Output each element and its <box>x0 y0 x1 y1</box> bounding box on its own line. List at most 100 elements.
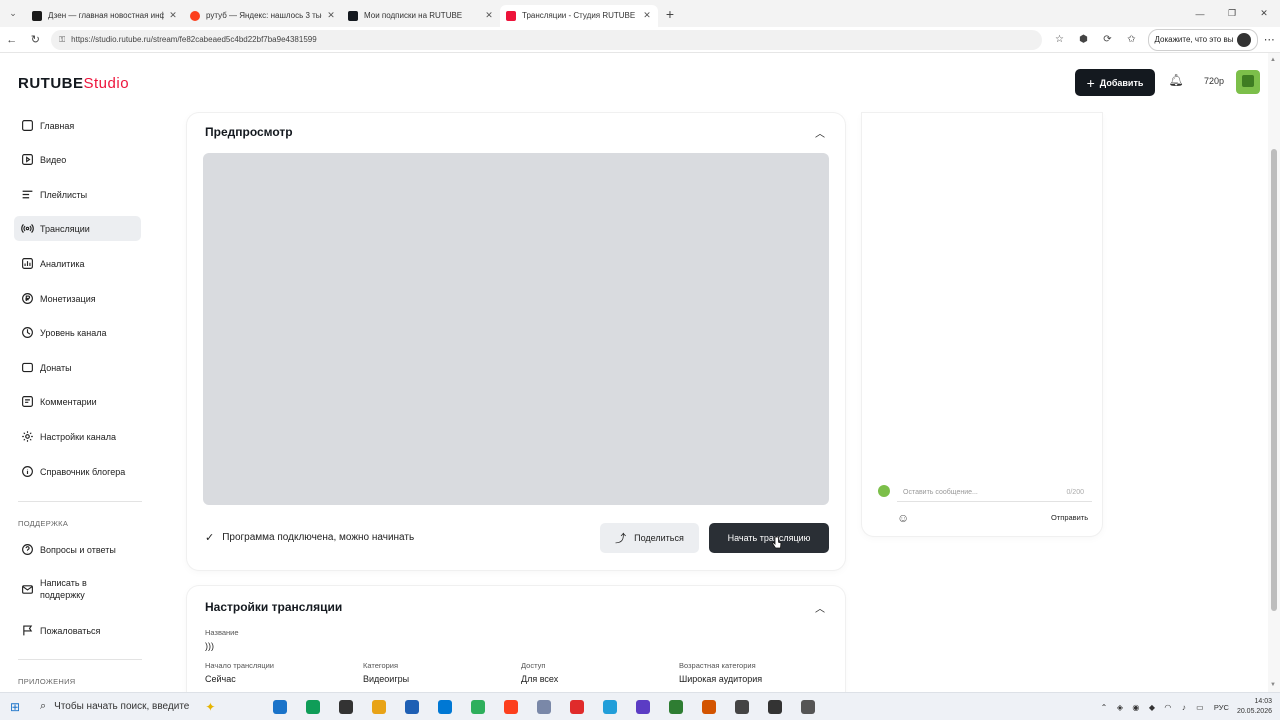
new-tab-icon[interactable]: + <box>658 6 682 22</box>
start-time-value: Сейчас <box>205 674 236 684</box>
page-scrollbar[interactable]: ▲ ▼ <box>1268 53 1280 692</box>
taskbar-app-icon[interactable] <box>461 693 494 720</box>
share-button[interactable]: ⤴ Поделиться <box>600 523 699 553</box>
start-broadcast-button[interactable]: Начать трансляцию <box>709 523 829 553</box>
site-info-icon[interactable]: ⚿ <box>59 35 65 45</box>
preview-card: Предпросмотр ︿ ✓ Программа подключена, м… <box>187 113 845 570</box>
sidebar-item-faq[interactable]: Вопросы и ответы <box>14 537 141 562</box>
minimize-icon[interactable]: — <box>1184 9 1216 19</box>
browser-tab[interactable]: рутуб — Яндекс: нашлось 3 тыс. ✕ <box>184 5 342 27</box>
taskbar-app-icon[interactable] <box>791 693 824 720</box>
taskbar-app-icon[interactable] <box>659 693 692 720</box>
access-label: Доступ <box>521 661 546 670</box>
taskbar-app-icon[interactable] <box>758 693 791 720</box>
address-icons: ☆ ⬢ ⟳ ✩ <box>1048 34 1144 45</box>
rutube-studio-logo[interactable]: RUTUBEStudio <box>18 75 129 92</box>
sidebar-item-channel-level[interactable]: Уровень канала <box>14 320 141 345</box>
profile-avatar <box>1237 32 1252 47</box>
taskbar-clock[interactable]: 14:03 20.05.2026 <box>1237 697 1272 717</box>
taskbar-app-icon[interactable] <box>494 693 527 720</box>
sidebar-item-contact-support[interactable]: Написать в поддержку <box>14 574 141 604</box>
sidebar-item-comments[interactable]: Комментарии <box>14 389 141 414</box>
browser-tab-active[interactable]: Трансляции - Студия RUTUBE ✕ <box>500 4 658 27</box>
quality-label[interactable]: 720p <box>1204 76 1224 86</box>
browser-tab[interactable]: Мои подписки на RUTUBE ✕ <box>342 5 500 27</box>
name-label: Название <box>205 628 239 637</box>
language-indicator[interactable]: РУС <box>1214 703 1229 712</box>
windows-start-icon[interactable]: ⊞ <box>0 700 30 714</box>
plus-icon: + <box>1086 74 1095 91</box>
taskbar-app-icon[interactable] <box>428 693 461 720</box>
chat-message-input[interactable]: Оставить сообщение... 0/200 <box>897 484 1092 502</box>
reload-icon[interactable]: ↻ <box>24 33 48 46</box>
favorites-icon[interactable]: ✩ <box>1120 34 1144 45</box>
tab-close-icon[interactable]: ✕ <box>642 10 652 21</box>
back-icon[interactable]: ← <box>0 34 24 46</box>
chat-user-avatar <box>878 485 890 497</box>
more-icon[interactable]: ⋯ <box>1258 33 1280 46</box>
taskbar-search[interactable]: ⌕ Чтобы начать поиск, введите ✦ <box>30 693 255 720</box>
sidebar-item-home[interactable]: Главная <box>14 113 141 138</box>
sidebar-item-playlists[interactable]: Плейлисты <box>14 182 141 207</box>
app-glyph-icon <box>404 699 419 714</box>
taskbar-app-icon[interactable] <box>527 693 560 720</box>
scroll-down-icon[interactable]: ▼ <box>1270 682 1276 688</box>
browser-tab[interactable]: Дзен — главная новостная инфо ✕ <box>26 5 184 27</box>
tab-close-icon[interactable]: ✕ <box>326 10 336 21</box>
sidebar-item-monetization[interactable]: Монетизация <box>14 286 141 311</box>
app-glyph-icon <box>437 699 452 714</box>
sidebar-item-report[interactable]: Пожаловаться <box>14 618 141 643</box>
taskbar-app-icon[interactable] <box>626 693 659 720</box>
taskbar-app-icon[interactable] <box>296 693 329 720</box>
app-glyph-icon <box>701 699 716 714</box>
taskbar-app-icon[interactable] <box>560 693 593 720</box>
tray-app-icon[interactable]: ◈ <box>1112 703 1128 712</box>
tab-close-icon[interactable]: ✕ <box>484 10 494 21</box>
taskbar-app-icon[interactable] <box>593 693 626 720</box>
add-button[interactable]: + Добавить <box>1075 69 1155 96</box>
sidebar-item-label: Комментарии <box>40 396 97 407</box>
sidebar-item-blogger-guide[interactable]: Справочник блогера <box>14 459 141 484</box>
scroll-up-icon[interactable]: ▲ <box>1270 57 1276 63</box>
sidebar-item-donations[interactable]: Донаты <box>14 355 141 380</box>
channel-avatar[interactable] <box>1236 70 1260 94</box>
sidebar-item-label: Настройки канала <box>40 431 117 442</box>
connection-status-text: Программа подключена, можно начинать <box>222 532 415 543</box>
tray-app-icon[interactable]: ◉ <box>1128 703 1144 712</box>
close-window-icon[interactable]: ✕ <box>1248 8 1280 19</box>
profile-prompt[interactable]: Докажите, что это вы <box>1147 28 1259 51</box>
tab-menu-icon[interactable]: ⌄ <box>0 0 26 27</box>
send-button[interactable]: Отправить <box>1051 513 1088 522</box>
taskbar-app-icon[interactable] <box>263 693 296 720</box>
volume-icon[interactable]: ♪ <box>1176 703 1192 712</box>
sidebar-item-label: Аналитика <box>40 258 85 269</box>
restore-icon[interactable]: ❐ <box>1216 8 1248 19</box>
scrollbar-thumb[interactable] <box>1271 149 1277 611</box>
sidebar-item-channel-settings[interactable]: Настройки канала <box>14 424 141 449</box>
emoji-icon[interactable]: ☺ <box>897 511 909 525</box>
collapse-chevron-icon[interactable]: ︿ <box>815 125 825 140</box>
tray-app-icon[interactable]: ◆ <box>1144 703 1160 712</box>
bell-icon[interactable]: 🔔︎ <box>1166 73 1186 87</box>
url-field[interactable]: ⚿ https://studio.rutube.ru/stream/fe82ca… <box>51 29 1042 50</box>
sidebar-item-video[interactable]: Видео <box>14 147 141 172</box>
battery-icon[interactable]: ▭ <box>1192 703 1208 712</box>
taskbar-app-icon[interactable] <box>362 693 395 720</box>
taskbar-app-icon[interactable] <box>395 693 428 720</box>
sidebar-item-broadcasts[interactable]: Трансляции <box>14 216 141 241</box>
taskbar-app-icon[interactable] <box>692 693 725 720</box>
network-icon[interactable]: ◠ <box>1160 703 1176 712</box>
age-rating-value: Широкая аудитория <box>679 674 763 684</box>
taskbar-app-icon[interactable] <box>329 693 362 720</box>
collapse-chevron-icon[interactable]: ︿ <box>815 600 825 615</box>
star-icon[interactable]: ☆ <box>1048 34 1072 45</box>
tray-expand-icon[interactable]: ⌃ <box>1096 703 1112 712</box>
tab-close-icon[interactable]: ✕ <box>168 10 178 21</box>
sidebar-item-analytics[interactable]: Аналитика <box>14 251 141 276</box>
windows-taskbar: ⊞ ⌕ Чтобы начать поиск, введите ✦ ⌃ ◈ ◉ … <box>0 692 1280 720</box>
broadcast-settings-card: Настройки трансляции ︿ Название ))) Нача… <box>187 586 845 706</box>
refresh-icon[interactable]: ⟳ <box>1096 34 1120 45</box>
search-icon: ⌕ <box>40 700 47 712</box>
taskbar-app-icon[interactable] <box>725 693 758 720</box>
extension-icon[interactable]: ⬢ <box>1072 34 1096 45</box>
